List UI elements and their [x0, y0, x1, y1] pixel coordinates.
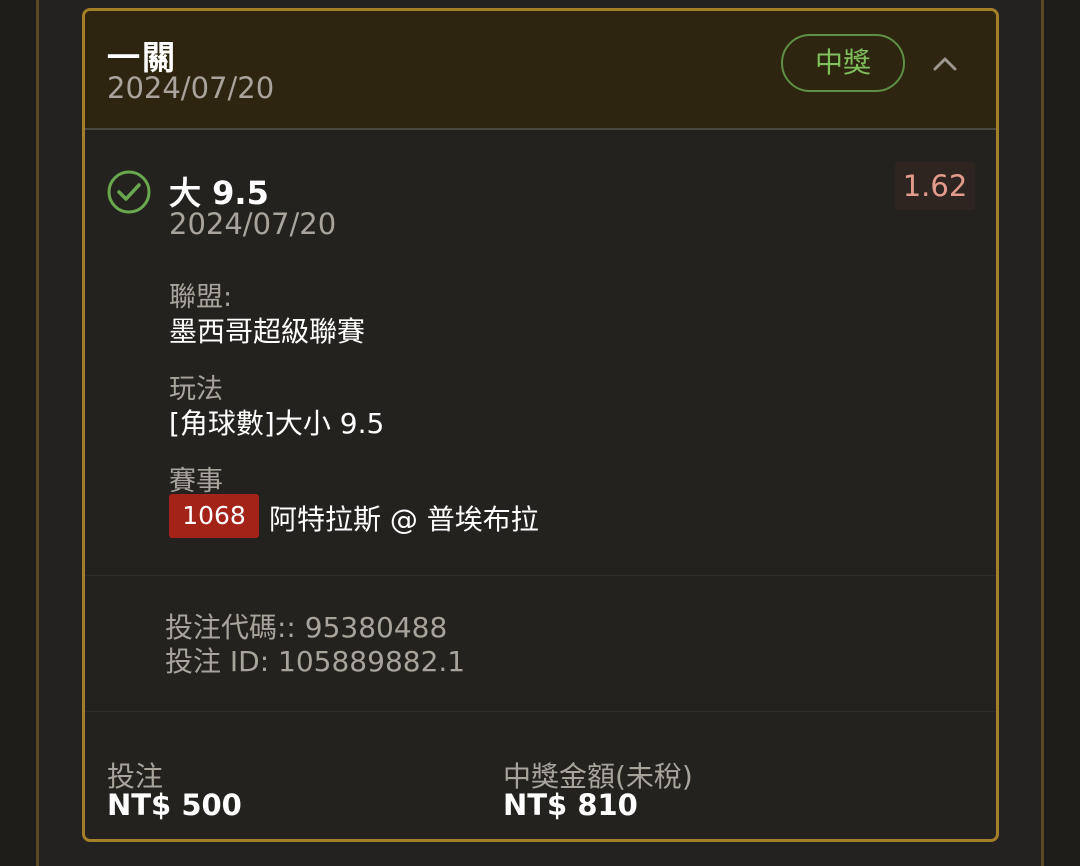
odds-value: 1.62 [895, 162, 975, 210]
market-value: [角球數]大小 9.5 [169, 407, 385, 440]
match-name: 阿特拉斯 @ 普埃布拉 [269, 503, 539, 536]
league-value: 墨西哥超級聯賽 [169, 315, 366, 348]
collapse-button[interactable] [927, 45, 963, 81]
bet-slip-header[interactable]: 一關 2024/07/20 中獎 [85, 11, 996, 130]
check-circle-icon [107, 170, 151, 214]
match-id-badge: 1068 [169, 494, 259, 538]
bet-date: 2024/07/20 [107, 71, 275, 105]
win-status-badge: 中獎 [781, 34, 905, 92]
bet-summary: 投注 NT$ 500 中獎金額(未稅) NT$ 810 [85, 715, 996, 839]
league-label: 聯盟: [169, 282, 233, 313]
payout-value: NT$ 810 [503, 788, 638, 822]
chevron-up-icon [933, 57, 957, 71]
market-label: 玩法 [169, 374, 223, 405]
divider [85, 711, 996, 712]
selection-date: 2024/07/20 [169, 207, 337, 241]
divider [85, 575, 996, 576]
bet-slip-card: 一關 2024/07/20 中獎 大 9.5 2024/07/20 1.62 聯… [82, 8, 999, 842]
stake-value: NT$ 500 [107, 788, 242, 822]
bet-id: 投注 ID: 105889882.1 [165, 645, 466, 678]
match-label: 賽事 [169, 466, 223, 497]
